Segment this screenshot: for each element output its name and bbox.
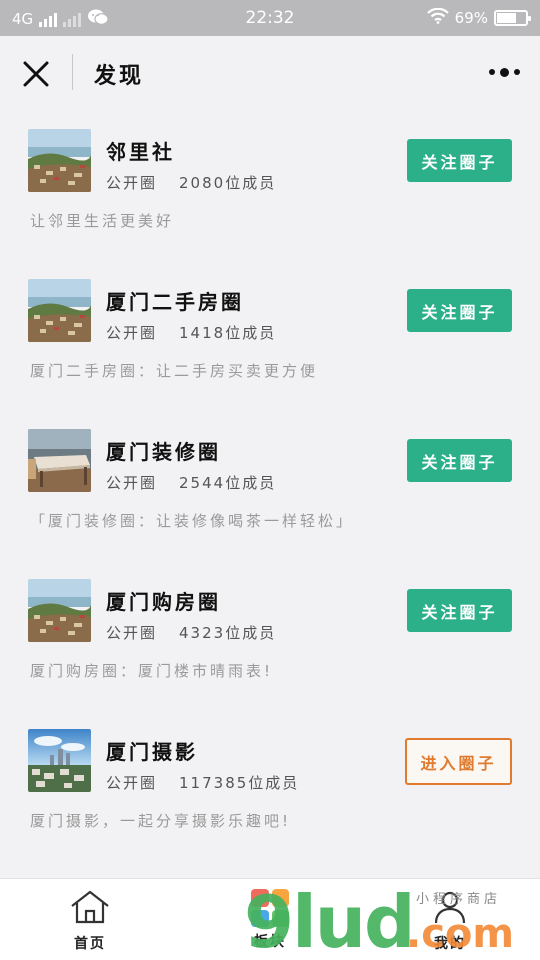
user-icon (434, 891, 466, 924)
group-thumbnail (28, 579, 91, 642)
group-members: 2080位成员 (179, 174, 277, 192)
group-item[interactable]: 厦门购房圈 公开圈 4323位成员 厦门购房圈：厦门楼市晴雨表! 关注圈子 (0, 560, 540, 710)
group-thumbnail (28, 279, 91, 342)
group-item[interactable]: 厦门二手房圈 公开圈 1418位成员 厦门二手房圈：让二手房买卖更方便 关注圈子 (0, 260, 540, 410)
grid-icon (251, 889, 289, 927)
page-title: 发现 (94, 64, 145, 89)
group-members: 4323位成员 (179, 624, 277, 642)
battery-fill (497, 13, 517, 23)
home-icon (71, 890, 109, 924)
group-name: 厦门装修圈 (106, 440, 221, 464)
follow-group-button[interactable]: 关注圈子 (407, 139, 512, 182)
group-meta: 公开圈 117385位成员 (106, 772, 299, 793)
group-thumbnail (28, 129, 91, 192)
more-icon[interactable] (484, 62, 524, 82)
tab-home-label: 首页 (74, 936, 106, 952)
tab-mine[interactable]: 我的 (400, 889, 500, 953)
group-thumbnail (28, 429, 91, 492)
follow-group-button[interactable]: 关注圈子 (407, 289, 512, 332)
tab-board[interactable]: 板块 (220, 889, 320, 951)
group-item[interactable]: 厦门摄影 公开圈 117385位成员 厦门摄影，一起分享摄影乐趣吧! 进入圈子 (0, 710, 540, 860)
group-thumbnail (28, 729, 91, 792)
group-meta: 公开圈 2544位成员 (106, 472, 276, 493)
battery-percent: 69% (454, 9, 488, 27)
group-meta: 公开圈 1418位成员 (106, 322, 276, 343)
group-meta: 公开圈 2080位成员 (106, 172, 276, 193)
group-name: 厦门摄影 (106, 740, 198, 764)
tab-home[interactable]: 首页 (40, 889, 140, 953)
group-description: 厦门摄影，一起分享摄影乐趣吧! (30, 812, 292, 830)
group-list: 邻里社 公开圈 2080位成员 让邻里生活更美好 关注圈子 厦门二手房圈 公开圈… (0, 110, 540, 860)
group-type: 公开圈 (106, 774, 158, 792)
close-icon[interactable] (18, 56, 54, 92)
group-item[interactable]: 邻里社 公开圈 2080位成员 让邻里生活更美好 关注圈子 (0, 110, 540, 260)
battery-icon (494, 10, 531, 26)
group-type: 公开圈 (106, 624, 158, 642)
group-name: 邻里社 (106, 140, 175, 164)
group-description: 让邻里生活更美好 (30, 212, 175, 230)
group-meta: 公开圈 4323位成员 (106, 622, 276, 643)
group-name: 厦门购房圈 (106, 590, 221, 614)
group-description: 厦门购房圈：厦门楼市晴雨表! (30, 662, 274, 680)
tab-bar: 首页 板块 我的 (0, 878, 540, 960)
group-members: 117385位成员 (179, 774, 300, 792)
wifi-icon (426, 7, 449, 28)
group-type: 公开圈 (106, 474, 158, 492)
group-description: 「厦门装修圈：让装修像喝茶一样轻松」 (30, 512, 355, 530)
group-type: 公开圈 (106, 324, 158, 342)
nav-bar: 发现 (0, 36, 540, 110)
group-item[interactable]: 厦门装修圈 公开圈 2544位成员 「厦门装修圈：让装修像喝茶一样轻松」 关注圈… (0, 410, 540, 560)
tab-board-label: 板块 (254, 934, 286, 950)
group-name: 厦门二手房圈 (106, 290, 244, 314)
follow-group-button[interactable]: 关注圈子 (407, 589, 512, 632)
group-members: 1418位成员 (179, 324, 277, 342)
group-type: 公开圈 (106, 174, 158, 192)
group-members: 2544位成员 (179, 474, 277, 492)
nav-divider (72, 54, 73, 90)
enter-group-button[interactable]: 进入圈子 (405, 738, 512, 785)
group-description: 厦门二手房圈：让二手房买卖更方便 (30, 362, 319, 380)
status-right: 69% (426, 7, 531, 28)
follow-group-button[interactable]: 关注圈子 (407, 439, 512, 482)
status-bar: 4G 22:32 69% (0, 0, 540, 36)
tab-mine-label: 我的 (434, 936, 466, 952)
